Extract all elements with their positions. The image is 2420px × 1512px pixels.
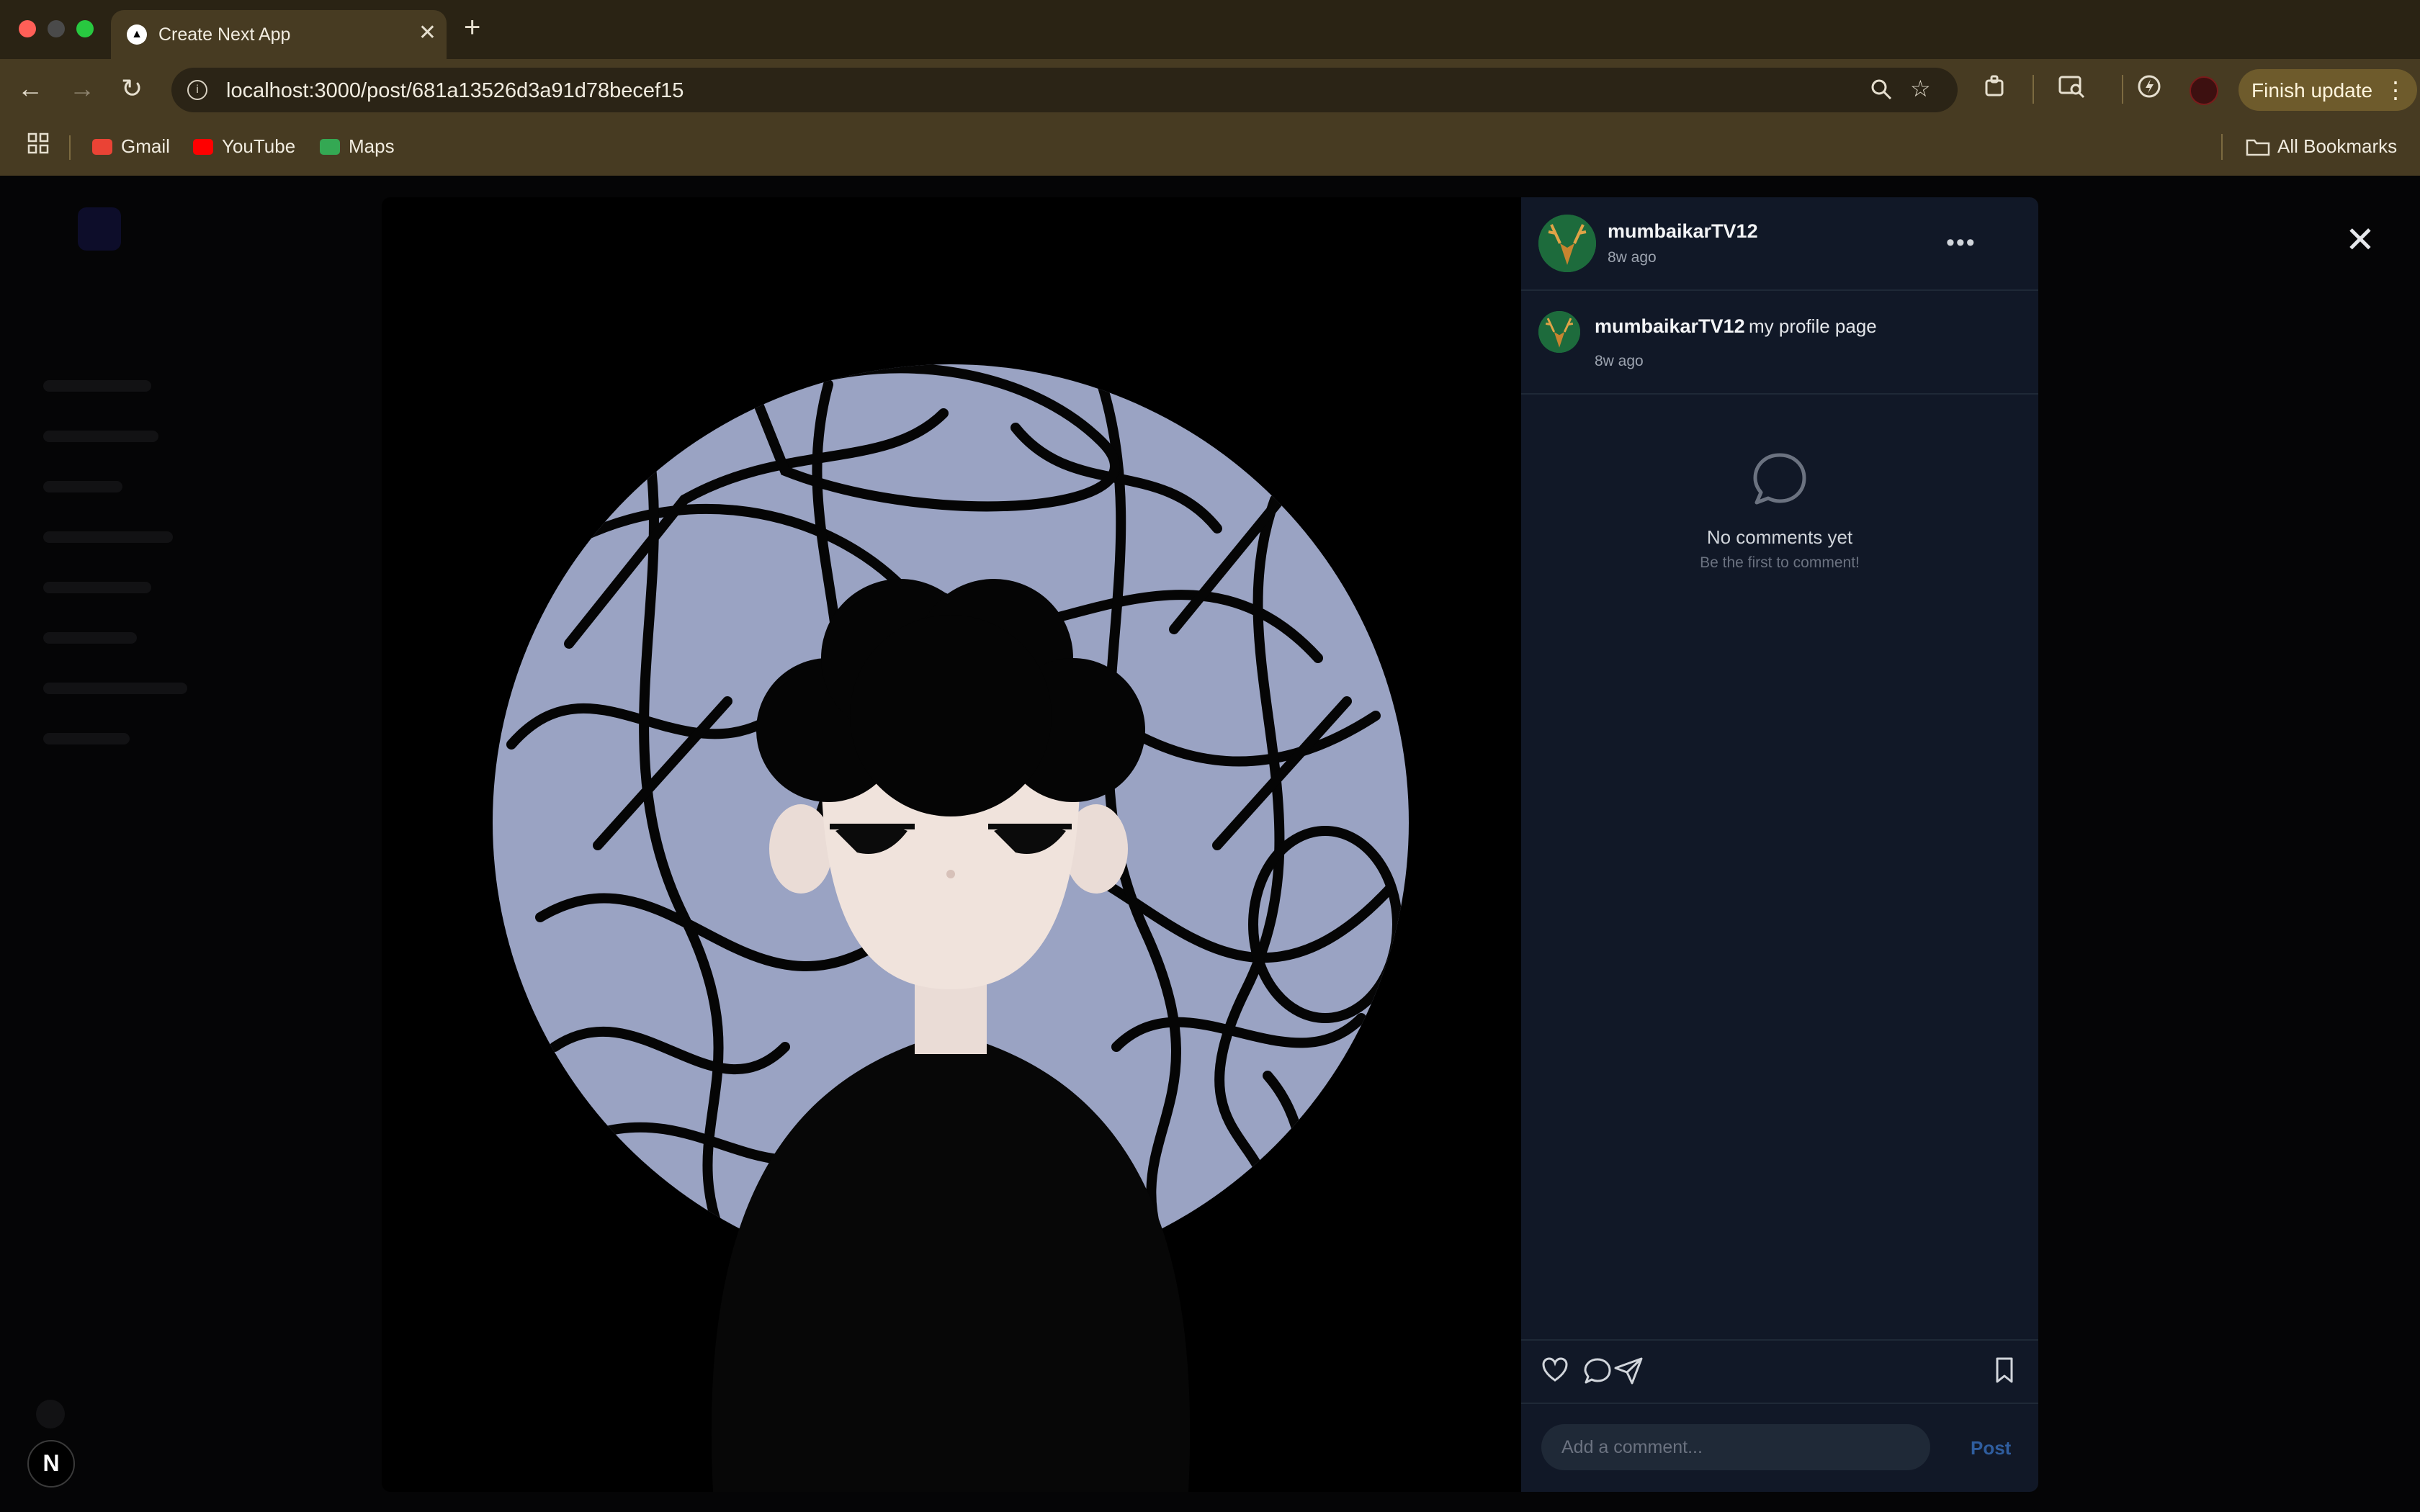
post-actions-bar — [1521, 1339, 2038, 1404]
bookmark-maps[interactable]: Maps — [320, 135, 395, 158]
author-username[interactable]: mumbaikarTV12 — [1608, 220, 1758, 243]
finish-update-label: Finish update — [2251, 79, 2373, 102]
maps-icon — [320, 139, 340, 155]
finish-update-button[interactable]: Finish update ⋮ — [2238, 69, 2417, 111]
sidebar-item-faded — [43, 632, 137, 644]
post-modal: mumbaikarTV12 8w ago ••• mumbaikarTV12 m… — [382, 197, 2038, 1492]
bookmark-youtube[interactable]: YouTube — [193, 135, 295, 158]
sidebar-item-faded — [43, 531, 173, 543]
like-heart-icon[interactable] — [1541, 1356, 1569, 1387]
comment-input[interactable] — [1541, 1424, 1930, 1470]
bookmarks-divider — [2221, 134, 2223, 160]
sidebar-item-faded — [43, 733, 130, 744]
maximize-window-button[interactable] — [76, 20, 94, 37]
tab-search-icon[interactable] — [2058, 73, 2086, 106]
browser-tab-strip: ▲ Create Next App ✕ + — [0, 0, 2420, 59]
address-bar[interactable]: i localhost:3000/post/681a13526d3a91d78b… — [171, 68, 1958, 112]
browser-tab-active[interactable]: ▲ Create Next App ✕ — [111, 10, 447, 59]
app-logo-faded — [78, 207, 121, 251]
caption-avatar[interactable] — [1538, 311, 1580, 353]
folder-icon — [2246, 139, 2270, 156]
sidebar-item-faded — [43, 481, 122, 492]
empty-comments-subtitle: Be the first to comment! — [1700, 554, 1860, 571]
close-window-button[interactable] — [19, 20, 36, 37]
sidebar-item-faded — [43, 380, 151, 392]
toolbar-divider — [2033, 75, 2034, 104]
nextjs-favicon-icon: ▲ — [127, 24, 147, 45]
caption-time: 8w ago — [1595, 353, 1644, 369]
bookmark-save-icon[interactable] — [1994, 1356, 2015, 1387]
post-media — [382, 197, 1521, 1492]
bookmark-label: Maps — [349, 135, 395, 157]
profile-avatar[interactable] — [2190, 76, 2218, 105]
empty-comments-title: No comments yet — [1706, 526, 1853, 548]
forward-arrow-icon[interactable]: → — [69, 73, 95, 104]
bookmark-label: YouTube — [222, 135, 296, 157]
nextjs-dev-badge[interactable]: N — [27, 1440, 75, 1488]
bookmark-star-icon[interactable]: ☆ — [1910, 75, 1931, 102]
post-header: mumbaikarTV12 8w ago ••• — [1521, 197, 2038, 291]
url-text[interactable]: localhost:3000/post/681a13526d3a91d78bec… — [226, 79, 684, 103]
post-details-panel: mumbaikarTV12 8w ago ••• mumbaikarTV12 m… — [1521, 197, 2038, 1492]
browser-menu-icon[interactable]: ⋮ — [2384, 76, 2407, 104]
sidebar-item-faded — [43, 582, 151, 593]
post-caption: mumbaikarTV12 my profile page 8w ago — [1521, 291, 2038, 395]
deer-icon — [1538, 311, 1580, 353]
close-tab-icon[interactable]: ✕ — [418, 20, 436, 45]
comment-bubble-icon — [1753, 453, 1806, 505]
user-avatar-faded — [36, 1400, 65, 1428]
browser-toolbar: ← → ↻ i localhost:3000/post/681a13526d3a… — [0, 59, 2420, 120]
close-modal-icon[interactable]: ✕ — [2345, 219, 2375, 261]
apps-grid-icon[interactable] — [27, 132, 49, 159]
share-send-icon[interactable] — [1613, 1356, 1644, 1389]
post-comment-button[interactable]: Post — [1971, 1437, 2011, 1459]
zoom-icon[interactable] — [1870, 78, 1893, 107]
all-bookmarks-label: All Bookmarks — [2277, 135, 2398, 157]
bookmarks-divider — [69, 135, 71, 160]
comment-composer: Post — [1521, 1403, 2038, 1492]
comments-empty-state: No comments yet Be the first to comment! — [1521, 449, 2038, 572]
minimize-window-button[interactable] — [48, 20, 65, 37]
new-tab-button[interactable]: + — [464, 12, 480, 44]
comment-icon[interactable] — [1583, 1356, 1612, 1389]
cartoon-profile-image — [493, 364, 1409, 1492]
back-arrow-icon[interactable]: ← — [17, 73, 43, 104]
more-options-icon[interactable]: ••• — [1946, 229, 1976, 257]
reload-icon[interactable]: ↻ — [121, 73, 143, 104]
youtube-icon — [193, 139, 213, 155]
sidebar-item-faded — [43, 683, 187, 694]
post-time: 8w ago — [1608, 249, 1657, 266]
bookmarks-bar: Gmail YouTube Maps All Bookmarks — [0, 120, 2420, 176]
page-backdrop: N ✕ mumbaikarTV12 8w ago ••• mumbaikarTV… — [0, 176, 2420, 1512]
toolbar-divider — [2122, 75, 2123, 104]
all-bookmarks-button[interactable]: All Bookmarks — [2246, 135, 2397, 158]
gmail-icon — [92, 139, 112, 155]
bookmark-label: Gmail — [121, 135, 170, 157]
bookmark-gmail[interactable]: Gmail — [92, 135, 170, 158]
sidebar-item-faded — [43, 431, 158, 442]
caption-text: my profile page — [1749, 315, 1877, 337]
performance-icon[interactable] — [2136, 73, 2162, 106]
extensions-icon[interactable] — [1982, 73, 2008, 106]
author-avatar[interactable] — [1538, 215, 1596, 272]
caption-username[interactable]: mumbaikarTV12 — [1595, 315, 1745, 338]
tab-title: Create Next App — [158, 24, 291, 45]
site-info-icon[interactable]: i — [187, 80, 207, 100]
deer-icon — [1538, 215, 1596, 272]
